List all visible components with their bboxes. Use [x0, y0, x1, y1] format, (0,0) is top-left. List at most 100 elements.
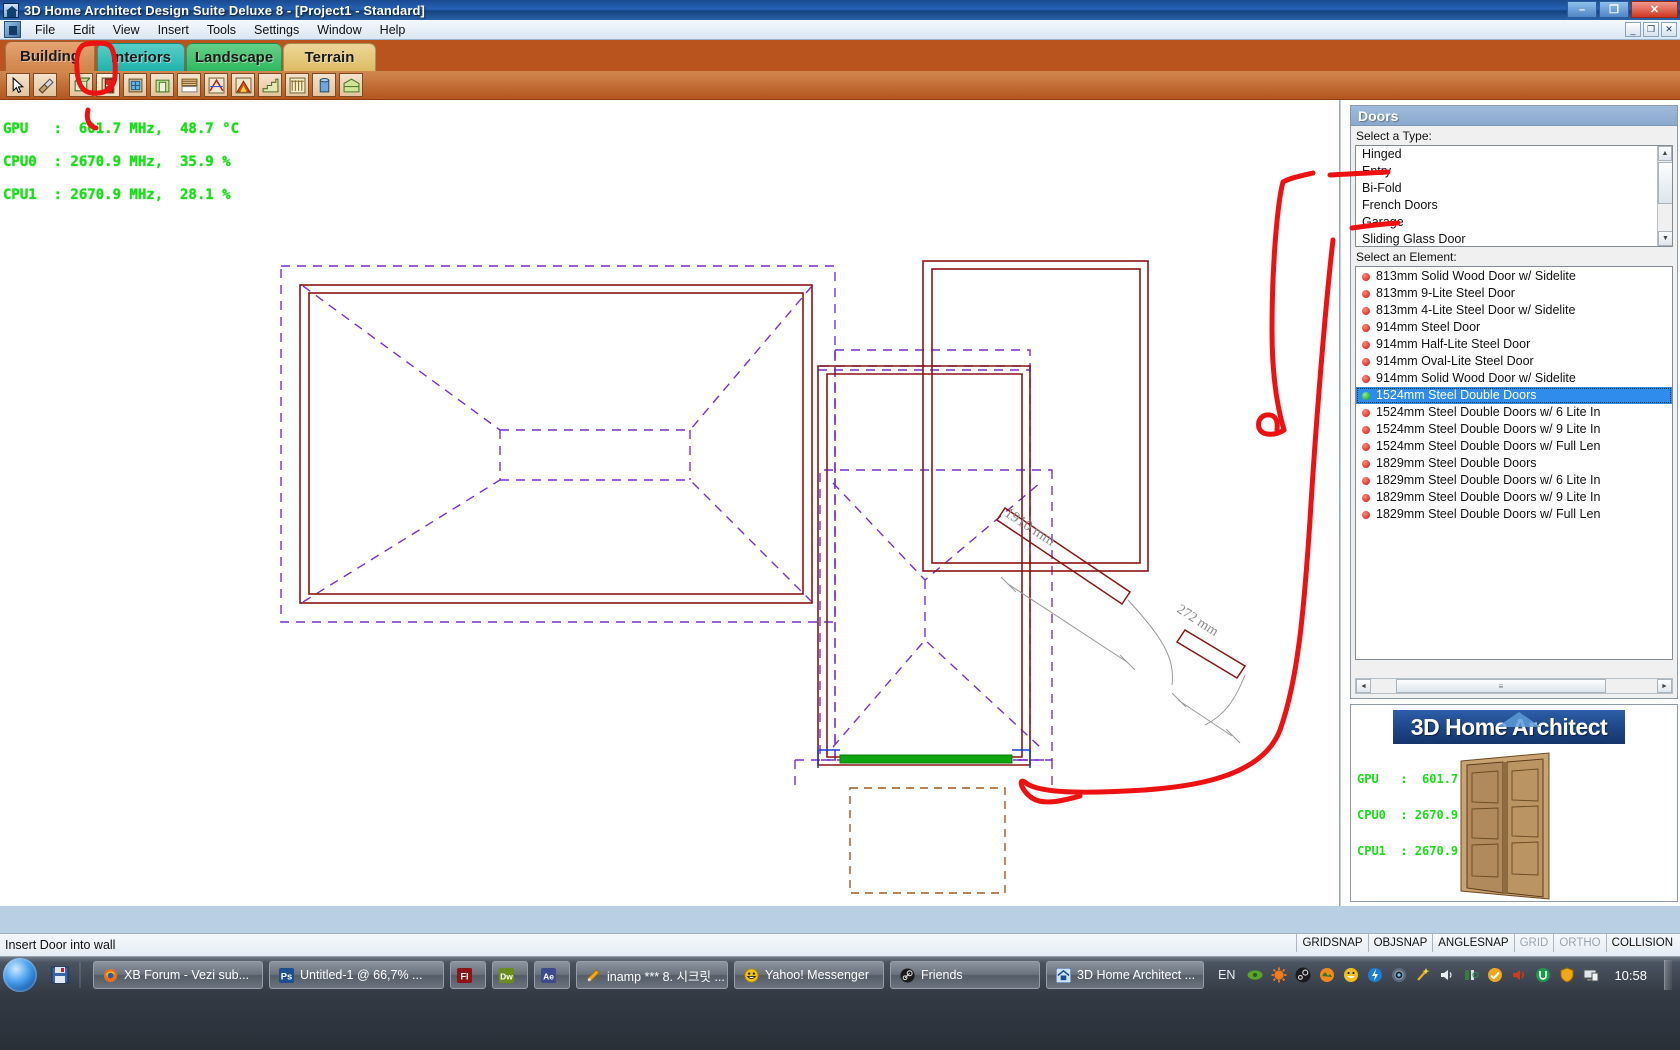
- floppy-icon[interactable]: [47, 962, 73, 988]
- network-icon[interactable]: [1462, 967, 1479, 984]
- utorrent-icon[interactable]: [1534, 967, 1551, 984]
- status-indicator-objsnap[interactable]: OBJSNAP: [1368, 934, 1433, 952]
- status-indicator-grid[interactable]: GRID: [1514, 934, 1554, 952]
- roof-tool[interactable]: [204, 73, 228, 97]
- taskbar-item-flash[interactable]: Fl: [450, 961, 486, 989]
- door-element-item[interactable]: 1829mm Steel Double Doors w/ 6 Lite In: [1356, 472, 1672, 489]
- start-button[interactable]: [3, 958, 37, 992]
- taskbar-item-firefox[interactable]: XB Forum - Vezi sub...: [93, 961, 263, 989]
- door-tool[interactable]: [96, 73, 120, 97]
- element-list-hscrollbar[interactable]: ◄ ≡ ►: [1355, 678, 1673, 694]
- magic-wand-icon[interactable]: [1414, 967, 1431, 984]
- door-type-item[interactable]: Sliding Glass Door: [1356, 231, 1656, 247]
- tab-building[interactable]: Building: [5, 41, 95, 71]
- hscroll-thumb[interactable]: ≡: [1396, 679, 1606, 693]
- menu-file[interactable]: File: [26, 21, 64, 39]
- speaker-red-icon[interactable]: [1510, 967, 1527, 984]
- taskbar-item-yahoo-messenger[interactable]: Yahoo! Messenger: [734, 961, 884, 989]
- mdi-minimize-button[interactable]: _: [1625, 22, 1641, 37]
- door-element-item[interactable]: 813mm Solid Wood Door w/ Sidelite: [1356, 268, 1672, 285]
- scroll-down-icon[interactable]: ▼: [1658, 231, 1673, 246]
- drawing-canvas[interactable]: 1910 mm 272 mm GPU : 601.7 MHz, 48.7 °C …: [0, 100, 1340, 906]
- taskbar-item-home-architect[interactable]: 3D Home Architect ...: [1046, 961, 1204, 989]
- door-element-item[interactable]: 1524mm Steel Double Doors: [1356, 387, 1672, 404]
- menu-insert[interactable]: Insert: [149, 21, 198, 39]
- taskbar-item-steam-friends[interactable]: Friends: [890, 961, 1040, 989]
- nvidia-icon[interactable]: [1246, 967, 1263, 984]
- scroll-right-icon[interactable]: ►: [1657, 679, 1672, 693]
- menu-view[interactable]: View: [104, 21, 149, 39]
- flash-blue-icon[interactable]: [1366, 967, 1383, 984]
- menu-edit[interactable]: Edit: [64, 21, 104, 39]
- door-element-item[interactable]: 1829mm Steel Double Doors w/ Full Len: [1356, 506, 1672, 523]
- minimize-button[interactable]: –: [1567, 1, 1597, 18]
- door-type-item[interactable]: Hinged: [1356, 146, 1656, 163]
- language-indicator[interactable]: EN: [1218, 968, 1235, 982]
- door-type-item[interactable]: Bi-Fold: [1356, 180, 1656, 197]
- window-tool[interactable]: [123, 73, 147, 97]
- antivirus-icon[interactable]: [1486, 967, 1503, 984]
- door-element-item[interactable]: 914mm Half-Lite Steel Door: [1356, 336, 1672, 353]
- taskbar-clock[interactable]: 10:58: [1614, 968, 1647, 983]
- menu-settings[interactable]: Settings: [245, 21, 308, 39]
- menu-window[interactable]: Window: [308, 21, 370, 39]
- door-type-list[interactable]: HingedEntryBi-FoldFrench DoorsGarageSlid…: [1355, 145, 1673, 247]
- door-element-item[interactable]: 914mm Solid Wood Door w/ Sidelite: [1356, 370, 1672, 387]
- photo-icon[interactable]: [1318, 967, 1335, 984]
- menu-tools[interactable]: Tools: [198, 21, 245, 39]
- tab-terrain[interactable]: Terrain: [283, 43, 376, 71]
- yahoo-icon[interactable]: [1342, 967, 1359, 984]
- railing-tool[interactable]: [285, 73, 309, 97]
- select-arrow-tool[interactable]: [6, 73, 30, 97]
- status-indicator-collision[interactable]: COLLISION: [1606, 934, 1678, 952]
- status-indicator-gridsnap[interactable]: GRIDSNAP: [1296, 934, 1367, 952]
- fireplace-tool[interactable]: [231, 73, 255, 97]
- stairs-tool[interactable]: [258, 73, 282, 97]
- door-type-item[interactable]: Garage: [1356, 214, 1656, 231]
- door-element-item[interactable]: 914mm Oval-Lite Steel Door: [1356, 353, 1672, 370]
- status-indicator-ortho[interactable]: ORTHO: [1553, 934, 1605, 952]
- door-type-item[interactable]: Entry: [1356, 163, 1656, 180]
- floor-tool[interactable]: [177, 73, 201, 97]
- taskbar-item-photoshop[interactable]: Ps Untitled-1 @ 66,7% ...: [269, 961, 444, 989]
- close-button[interactable]: ✕: [1631, 1, 1678, 18]
- menu-help[interactable]: Help: [371, 21, 415, 39]
- column-tool[interactable]: [312, 73, 336, 97]
- door-element-item[interactable]: 1829mm Steel Double Doors: [1356, 455, 1672, 472]
- taskbar-item-winamp[interactable]: inamp *** 8. 시크릿 ...: [576, 961, 728, 989]
- opening-tool[interactable]: [150, 73, 174, 97]
- type-list-scrollbar[interactable]: ▲ ▼: [1657, 146, 1672, 246]
- door-element-item[interactable]: 1524mm Steel Double Doors w/ 6 Lite In: [1356, 404, 1672, 421]
- taskbar-item-aftereffects[interactable]: Ae: [534, 961, 570, 989]
- taskbar-item-dreamweaver[interactable]: Dw: [492, 961, 528, 989]
- tab-interiors[interactable]: Interiors: [97, 43, 185, 71]
- door-type-item[interactable]: French Doors: [1356, 197, 1656, 214]
- scroll-left-icon[interactable]: ◄: [1356, 679, 1371, 693]
- sun-orange-icon[interactable]: [1270, 967, 1287, 984]
- shield-icon[interactable]: [1558, 967, 1575, 984]
- paintbrush-tool[interactable]: [33, 73, 57, 97]
- show-desktop-button[interactable]: [1664, 960, 1672, 990]
- deck-tool[interactable]: [339, 73, 363, 97]
- monitor-icon[interactable]: [1582, 967, 1599, 984]
- door-element-item[interactable]: 813mm 4-Lite Steel Door w/ Sidelite: [1356, 302, 1672, 319]
- mdi-maximize-button[interactable]: ❐: [1643, 22, 1659, 37]
- red-dot-icon: [1362, 290, 1370, 298]
- camera-icon[interactable]: [1390, 967, 1407, 984]
- steam-icon[interactable]: [1294, 967, 1311, 984]
- volume-icon[interactable]: [1438, 967, 1455, 984]
- scroll-up-icon[interactable]: ▲: [1658, 146, 1672, 161]
- tab-landscape[interactable]: Landscape: [186, 43, 282, 71]
- door-element-list[interactable]: 813mm Solid Wood Door w/ Sidelite813mm 9…: [1355, 266, 1673, 660]
- door-element-item[interactable]: 914mm Steel Door: [1356, 319, 1672, 336]
- status-indicator-anglesnap[interactable]: ANGLESNAP: [1432, 934, 1513, 952]
- scroll-thumb[interactable]: [1658, 162, 1673, 204]
- object-preview: 3D Home Architect GPU : 601.7 MHz, 48 CP…: [1350, 704, 1678, 902]
- wall-tool[interactable]: [69, 73, 93, 97]
- maximize-button[interactable]: ❐: [1599, 1, 1629, 18]
- mdi-close-button[interactable]: ✕: [1661, 22, 1677, 37]
- door-element-item[interactable]: 1524mm Steel Double Doors w/ 9 Lite In: [1356, 421, 1672, 438]
- door-element-item[interactable]: 1829mm Steel Double Doors w/ 9 Lite In: [1356, 489, 1672, 506]
- door-element-item[interactable]: 813mm 9-Lite Steel Door: [1356, 285, 1672, 302]
- door-element-item[interactable]: 1524mm Steel Double Doors w/ Full Len: [1356, 438, 1672, 455]
